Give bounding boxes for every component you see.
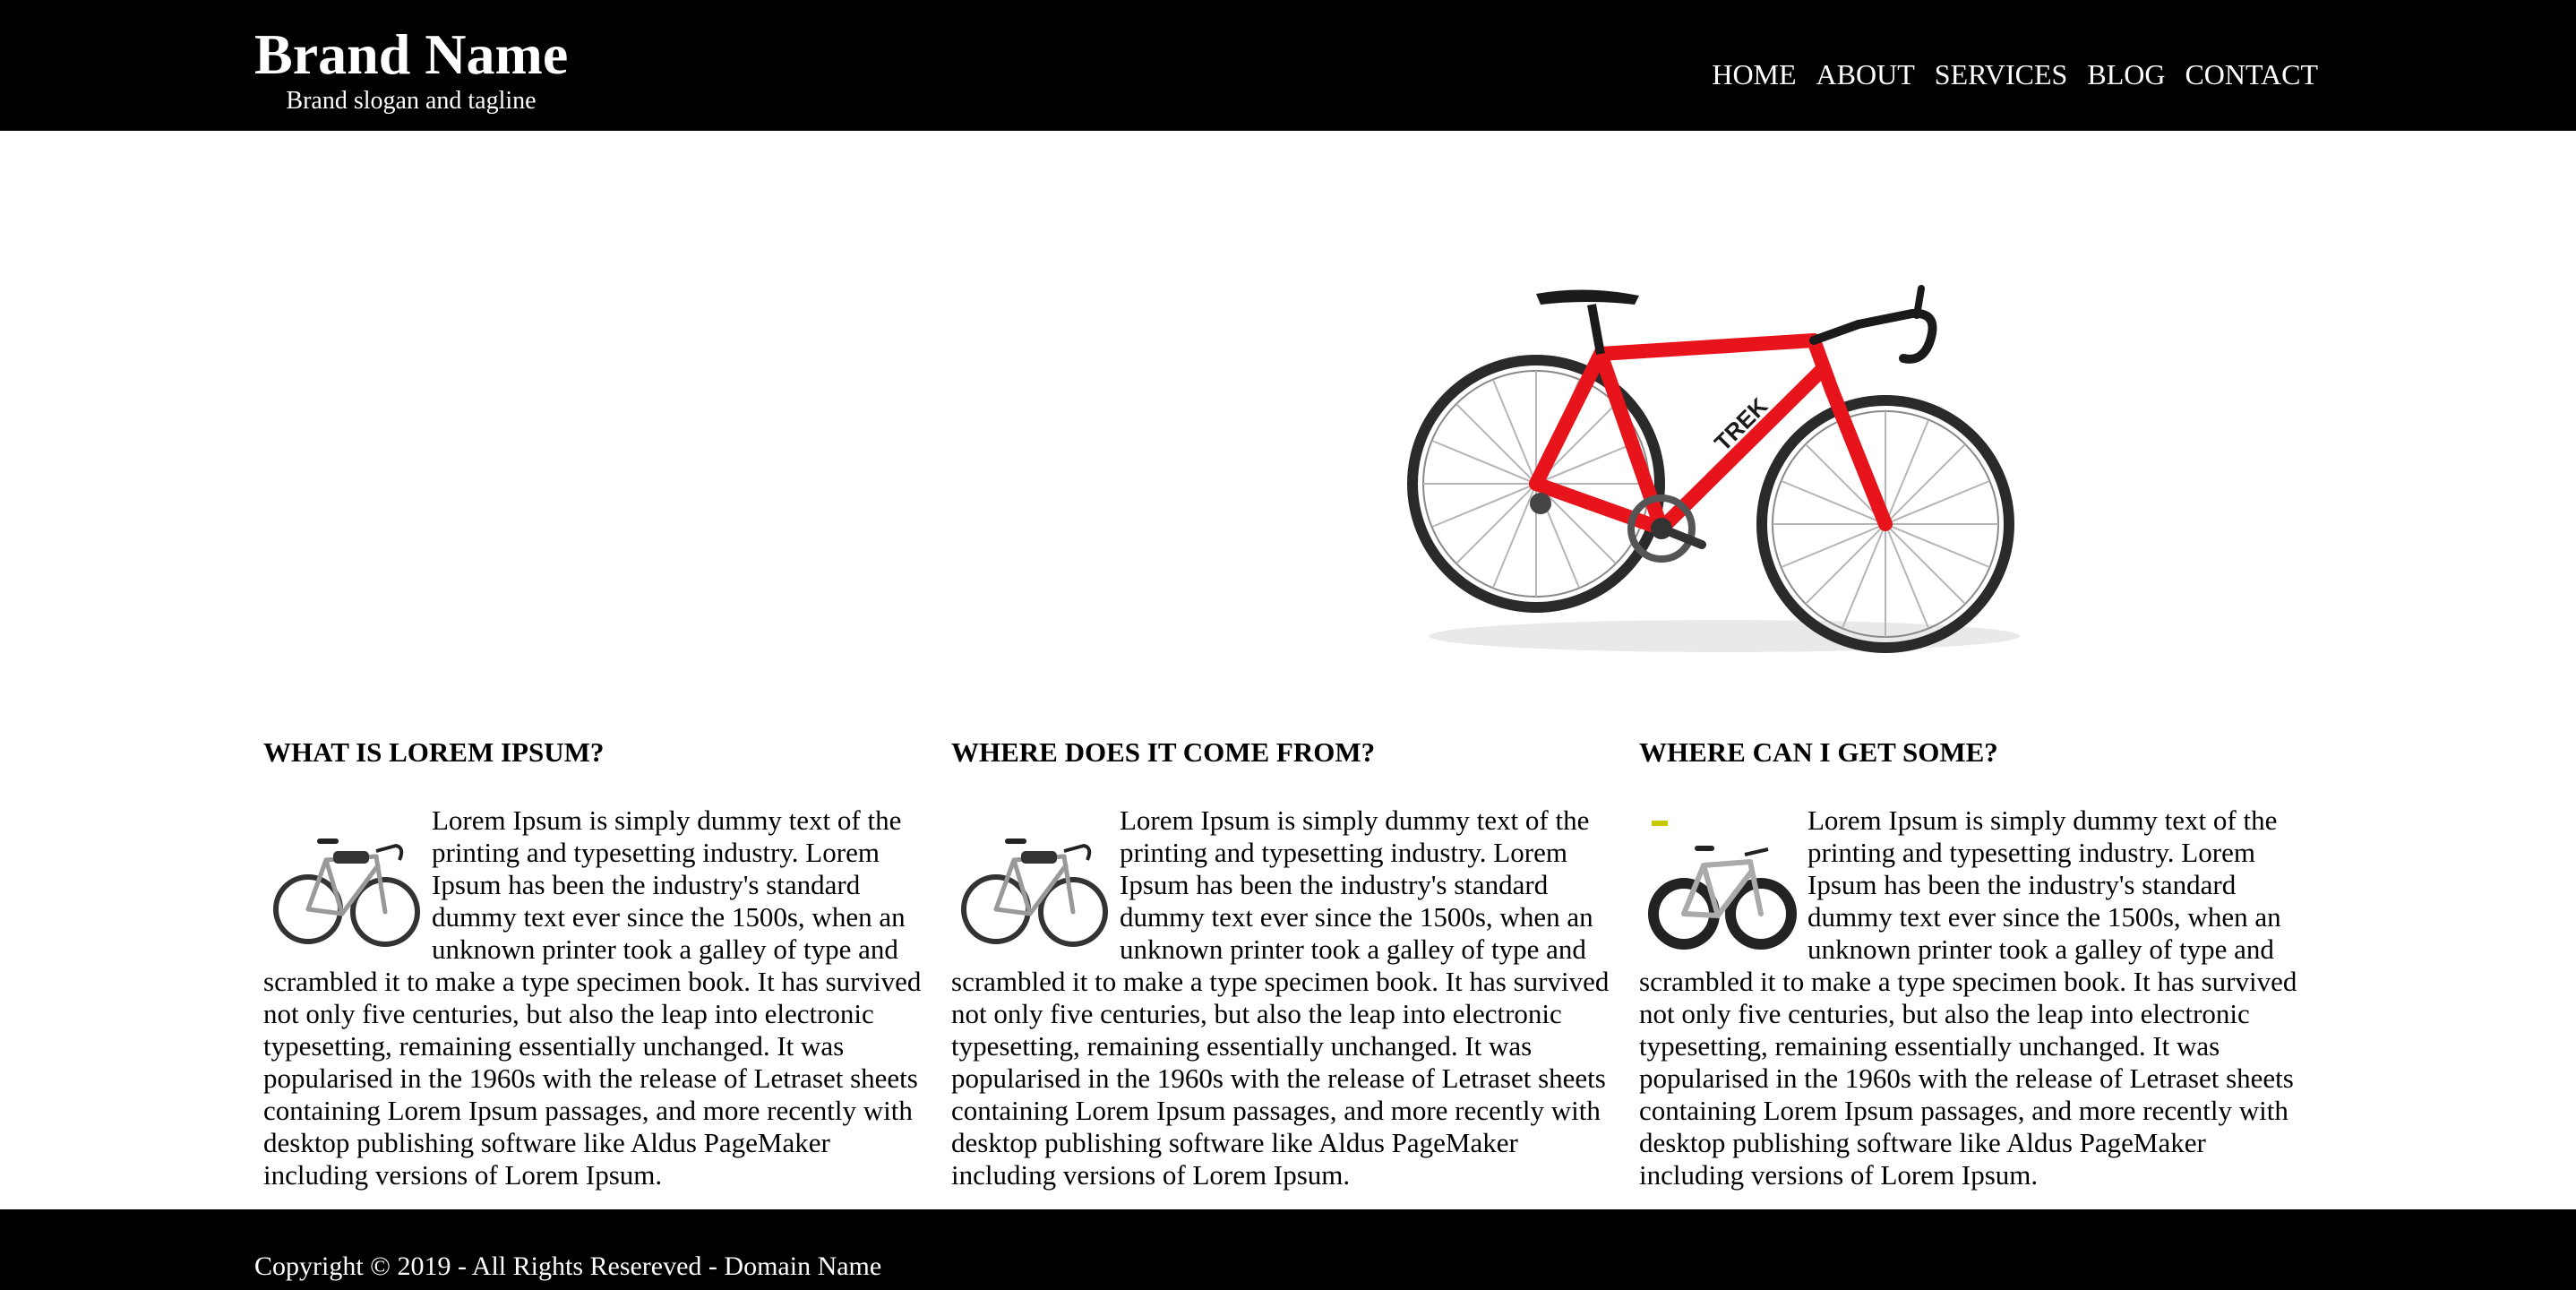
nav-services[interactable]: SERVICES bbox=[1935, 57, 2068, 91]
gravel-bicycle-thumbnail-icon bbox=[961, 838, 1108, 947]
column-title: WHAT IS LOREM IPSUM? bbox=[263, 736, 605, 768]
nav-home[interactable]: HOME bbox=[1712, 57, 1796, 91]
column-title: WHERE DOES IT COME FROM? bbox=[951, 736, 1376, 768]
gravel-bicycle-thumbnail-icon bbox=[273, 838, 420, 947]
main-nav: HOME ABOUT SERVICES BLOG CONTACT bbox=[1712, 57, 2318, 91]
nav-contact[interactable]: CONTACT bbox=[2185, 57, 2318, 91]
hero-bicycle-image: TREK bbox=[1393, 269, 2038, 663]
column-what-is-lorem: WHAT IS LOREM IPSUM? Lorem Ipsum is simp… bbox=[263, 735, 935, 1191]
column-where-does-it-come-from: WHERE DOES IT COME FROM? Lorem Ipsum is … bbox=[951, 735, 1623, 1191]
column-where-can-i-get-some: WHERE CAN I GET SOME? Lorem Ipsum is sim… bbox=[1639, 735, 2311, 1191]
brand-name[interactable]: Brand Name bbox=[254, 23, 568, 86]
brand[interactable]: Brand Name Brand slogan and tagline bbox=[254, 23, 568, 116]
copyright-text: Copyright © 2019 - All Rights Resereved … bbox=[254, 1251, 882, 1281]
nav-about[interactable]: ABOUT bbox=[1816, 57, 1915, 91]
column-body: Lorem Ipsum is simply dummy text of the … bbox=[1639, 804, 2311, 1191]
column-body: Lorem Ipsum is simply dummy text of the … bbox=[951, 804, 1623, 1191]
column-body: Lorem Ipsum is simply dummy text of the … bbox=[263, 804, 935, 1191]
site-footer: Copyright © 2019 - All Rights Resereved … bbox=[0, 1209, 2576, 1290]
fat-tire-bicycle-thumbnail-icon bbox=[1648, 821, 1797, 950]
road-bicycle-icon: TREK bbox=[1407, 285, 2020, 653]
brand-slogan: Brand slogan and tagline bbox=[286, 87, 537, 115]
column-title: WHERE CAN I GET SOME? bbox=[1639, 736, 1998, 768]
site-header: Brand Name Brand slogan and tagline HOME… bbox=[0, 0, 2576, 131]
nav-blog[interactable]: BLOG bbox=[2087, 57, 2165, 91]
